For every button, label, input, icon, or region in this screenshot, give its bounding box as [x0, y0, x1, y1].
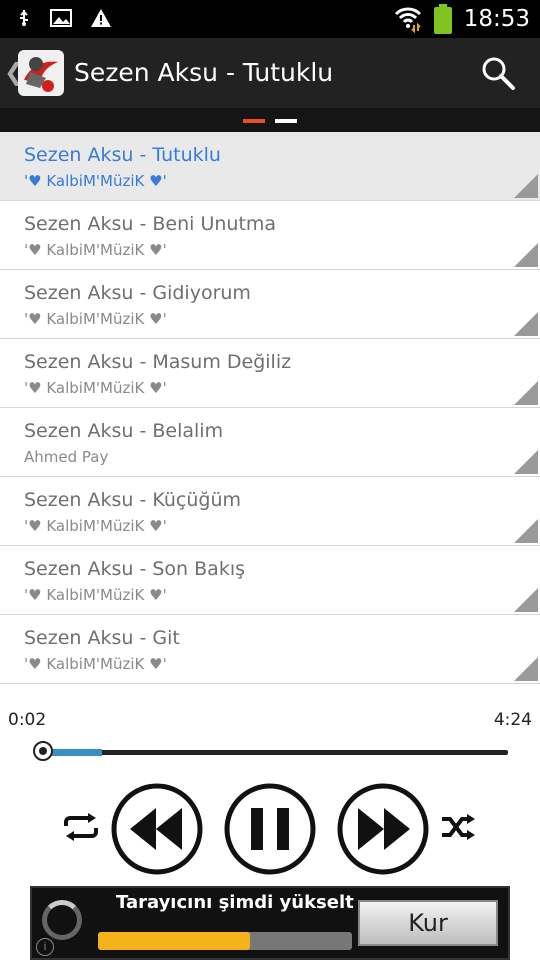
corner-menu-icon[interactable] [514, 450, 538, 474]
clock: 18:53 [463, 6, 530, 32]
search-icon[interactable] [480, 55, 516, 91]
rewind-icon[interactable] [110, 782, 204, 876]
track-row[interactable]: Sezen Aksu - Son Bakış '♥ KalbiM'MüziK ♥… [0, 546, 540, 615]
info-icon[interactable]: i [36, 938, 54, 956]
ad-banner[interactable]: Tarayıcını şimdi yükselt Kur i [30, 886, 510, 960]
corner-menu-icon[interactable] [514, 243, 538, 267]
track-row[interactable]: Sezen Aksu - Beni Unutma '♥ KalbiM'MüziK… [0, 201, 540, 270]
track-subtitle: '♥ KalbiM'MüziK ♥' [24, 379, 167, 397]
track-row[interactable]: Sezen Aksu - Gidiyorum '♥ KalbiM'MüziK ♥… [0, 270, 540, 339]
track-title: Sezen Aksu - Tutuklu [24, 144, 221, 166]
ad-progress-bar [98, 932, 352, 950]
track-subtitle: '♥ KalbiM'MüziK ♥' [24, 241, 167, 259]
corner-menu-icon[interactable] [514, 657, 538, 681]
warning-icon [91, 9, 111, 27]
seek-knob[interactable] [33, 741, 53, 761]
track-title: Sezen Aksu - Masum Değiliz [24, 351, 292, 373]
track-row[interactable]: Sezen Aksu - Git '♥ KalbiM'MüziK ♥' [0, 615, 540, 684]
corner-menu-icon[interactable] [514, 174, 538, 198]
track-subtitle: '♥ KalbiM'MüziK ♥' [24, 172, 167, 190]
track-subtitle: '♥ KalbiM'MüziK ♥' [24, 517, 167, 535]
track-subtitle: '♥ KalbiM'MüziK ♥' [24, 655, 167, 673]
player-panel: 0:02 4:24 [0, 696, 540, 886]
page-indicator [0, 108, 540, 132]
track-title: Sezen Aksu - Gidiyorum [24, 282, 251, 304]
action-bar: ❮ Sezen Aksu - Tutuklu [0, 38, 540, 108]
usb-icon [20, 10, 28, 26]
corner-menu-icon[interactable] [514, 381, 538, 405]
seek-bar[interactable] [36, 750, 508, 755]
app-logo-icon[interactable] [18, 50, 64, 96]
ad-progress-fill [98, 932, 250, 950]
track-subtitle: Ahmed Pay [24, 448, 109, 466]
track-subtitle: '♥ KalbiM'MüziK ♥' [24, 310, 167, 328]
corner-menu-icon[interactable] [514, 519, 538, 543]
page-indicator-active[interactable] [243, 119, 265, 123]
track-row[interactable]: Sezen Aksu - Masum Değiliz '♥ KalbiM'Müz… [0, 339, 540, 408]
install-button[interactable]: Kur [358, 900, 498, 946]
wifi-icon [394, 7, 421, 33]
track-title: Sezen Aksu - Belalim [24, 420, 224, 442]
track-list: Sezen Aksu - Tutuklu '♥ KalbiM'MüziK ♥' … [0, 132, 540, 684]
track-row[interactable]: Sezen Aksu - Tutuklu '♥ KalbiM'MüziK ♥' [0, 132, 540, 201]
fast-forward-icon[interactable] [336, 782, 430, 876]
shuffle-icon[interactable] [440, 812, 476, 842]
track-title: Sezen Aksu - Küçüğüm [24, 489, 242, 511]
corner-menu-icon[interactable] [514, 588, 538, 612]
track-row[interactable]: Sezen Aksu - Belalim Ahmed Pay [0, 408, 540, 477]
track-title: Sezen Aksu - Beni Unutma [24, 213, 277, 235]
track-row[interactable]: Sezen Aksu - Küçüğüm '♥ KalbiM'MüziK ♥' [0, 477, 540, 546]
corner-menu-icon[interactable] [514, 312, 538, 336]
status-bar: 18:53 [0, 0, 540, 38]
repeat-icon[interactable] [62, 812, 100, 842]
loading-spinner-icon [42, 900, 82, 940]
track-title: Sezen Aksu - Git [24, 627, 180, 649]
pause-icon[interactable] [223, 782, 317, 876]
ad-text: Tarayıcını şimdi yükselt [116, 892, 354, 913]
page-title: Sezen Aksu - Tutuklu [74, 58, 334, 87]
battery-icon [433, 4, 452, 34]
image-icon [50, 9, 72, 27]
track-subtitle: '♥ KalbiM'MüziK ♥' [24, 586, 167, 604]
current-time: 0:02 [8, 710, 47, 730]
track-title: Sezen Aksu - Son Bakış [24, 558, 245, 580]
page-indicator-inactive[interactable] [275, 119, 297, 123]
total-time: 4:24 [493, 710, 532, 730]
